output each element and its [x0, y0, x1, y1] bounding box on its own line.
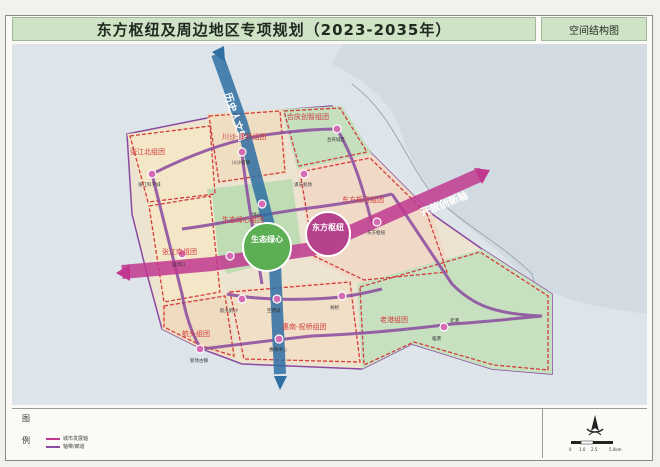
map-type-label: 空间结构图: [541, 17, 647, 41]
scale-bar: [571, 440, 613, 445]
legend-item: 城市发展轴: [46, 435, 88, 442]
node-label: 航头鹤沙: [220, 307, 238, 314]
node-label: 浦东机场: [294, 181, 312, 188]
node-circle: [195, 344, 205, 354]
node-label: 东方枢纽: [367, 229, 385, 236]
legend-swatch: [46, 437, 60, 440]
node-circle: [332, 124, 342, 134]
node-label: 空港城: [267, 307, 281, 314]
eco-center-icon: [242, 222, 292, 272]
legend-item-label: 城市发展轴: [63, 436, 89, 442]
node-label: 川沙新镇: [232, 159, 250, 166]
cluster-label: 东方枢纽组团: [342, 195, 384, 204]
node-label: 祝桥: [330, 304, 339, 311]
scale-panel: 0 1.0 2.5 5.0km: [542, 408, 647, 458]
node-label: 临港: [432, 335, 441, 342]
legend-item-label: 轴带/廊道: [63, 444, 85, 450]
legend-swatch: [46, 445, 60, 448]
cluster-label: 合庆创智组团: [287, 112, 329, 121]
cluster-label: 航头组团: [182, 329, 210, 338]
node-circle: [372, 217, 382, 227]
node-circle: [225, 251, 235, 261]
node-circle: [299, 169, 309, 179]
north-arrow-icon: [586, 415, 604, 436]
node-circle: [439, 322, 449, 332]
node-circle: [257, 199, 267, 209]
cluster-label: 张江南组团: [162, 247, 197, 256]
legend-title-1: 图: [22, 414, 30, 423]
node-label: 绿心: [252, 211, 261, 218]
node-label: 老港: [450, 317, 459, 324]
cluster-label: 张江北组团: [130, 147, 165, 156]
map-area: 历史人文轴 开放创新轴 生态绿心 东方枢纽 张江北组团 川沙-康桥组团 合庆创智…: [12, 44, 647, 405]
eco-center-label: 生态绿心: [251, 234, 283, 244]
scale-tick: 1.0: [579, 447, 586, 452]
scale-tick: 2.5: [591, 447, 598, 452]
legend-title-2: 例: [22, 436, 30, 445]
hub-center-label: 东方枢纽: [312, 222, 344, 232]
scale-tick: 5.0km: [609, 447, 622, 452]
scale-tick: 0: [569, 447, 572, 452]
node-circle: [337, 291, 347, 301]
node-label: 张江科学城: [138, 181, 161, 188]
cluster-label: 老港组团: [380, 315, 408, 324]
legend-item: 轴带/廊道: [46, 443, 85, 450]
node-label: 合庆城区: [327, 136, 345, 143]
node-label: 新场古镇: [190, 357, 208, 364]
cluster-label: 川沙-康桥组团: [222, 132, 267, 141]
node-circle: [237, 294, 247, 304]
node-label: 运河口: [172, 261, 186, 268]
node-circle: [237, 147, 247, 157]
node-circle: [272, 294, 282, 304]
legend: 图 例 城市发展轴 轴带/廊道: [12, 408, 542, 458]
node-circle: [274, 334, 284, 344]
hub-center-icon: [305, 211, 351, 257]
scale-graphic: 0 1.0 2.5 5.0km: [569, 415, 622, 452]
cluster-label: 惠南-祝桥组团: [282, 322, 327, 331]
planning-map: 历史人文轴 开放创新轴 生态绿心 东方枢纽 张江北组团 川沙-康桥组团 合庆创智…: [12, 44, 647, 405]
node-label: 惠南中心: [269, 346, 287, 353]
map-title: 东方枢纽及周边地区专项规划（2023-2035年）: [12, 17, 536, 41]
node-circle: [147, 169, 157, 179]
